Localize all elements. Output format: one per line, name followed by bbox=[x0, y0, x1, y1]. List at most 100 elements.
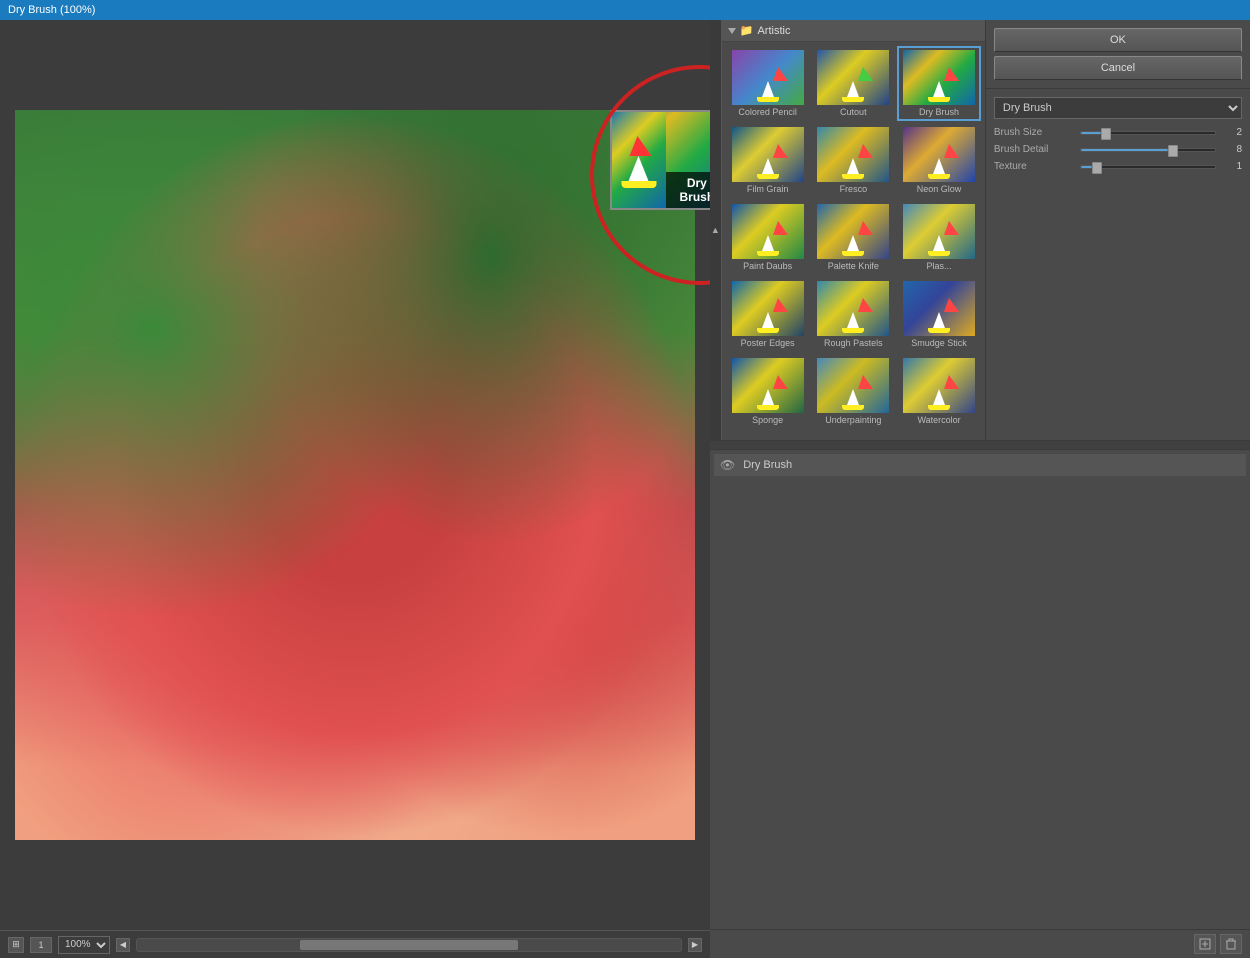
effect-row-dry-brush[interactable]: 👁 Dry Brush bbox=[714, 454, 1246, 476]
effects-footer bbox=[710, 929, 1250, 958]
filter-preview-tooltip: Dry Brush bbox=[610, 110, 710, 210]
brush-size-fill bbox=[1081, 132, 1101, 134]
new-effect-icon bbox=[1199, 938, 1211, 950]
rough-pastels-label: Rough Pastels bbox=[824, 338, 883, 348]
filter-item-plastic-wrap[interactable]: Plas... bbox=[897, 200, 981, 275]
delete-effect-icon bbox=[1225, 938, 1237, 950]
underpainting-label: Underpainting bbox=[825, 415, 881, 425]
filter-item-film-grain[interactable]: Film Grain bbox=[726, 123, 810, 198]
effects-list: 👁 Dry Brush bbox=[710, 450, 1250, 929]
filter-item-underpainting[interactable]: Underpainting bbox=[811, 354, 895, 429]
scroll-right-button[interactable]: ▶ bbox=[688, 938, 702, 952]
watercolor-thumb bbox=[903, 358, 975, 413]
filter-item-palette-knife[interactable]: Palette Knife bbox=[811, 200, 895, 275]
texture-value: 1 bbox=[1222, 161, 1242, 172]
cutout-label: Cutout bbox=[840, 107, 867, 117]
cancel-button[interactable]: Cancel bbox=[994, 56, 1242, 80]
bottom-toolbar: ⊞ 1 100% 50% 200% ◀ ▶ bbox=[0, 930, 710, 958]
navigator-icon[interactable]: ⊞ bbox=[8, 937, 24, 953]
filter-list[interactable]: 📁 Artistic bbox=[722, 20, 986, 440]
cutout-thumb bbox=[817, 50, 889, 105]
effect-eye-icon[interactable]: 👁 bbox=[720, 458, 735, 472]
palette-knife-label: Palette Knife bbox=[828, 261, 879, 271]
page-indicator: 1 bbox=[30, 937, 52, 953]
rough-pastels-thumb bbox=[817, 281, 889, 336]
tooltip-preview-image: Dry Brush bbox=[610, 110, 710, 210]
horizontal-scrollbar[interactable] bbox=[136, 938, 682, 952]
filter-item-cutout[interactable]: Cutout bbox=[811, 46, 895, 121]
smudge-stick-thumb bbox=[903, 281, 975, 336]
tooltip-label: Dry Brush bbox=[666, 172, 710, 208]
filter-item-rough-pastels[interactable]: Rough Pastels bbox=[811, 277, 895, 352]
fresco-thumb bbox=[817, 127, 889, 182]
brush-detail-thumb[interactable] bbox=[1168, 145, 1178, 157]
filter-section: ▲ 📁 Artistic bbox=[710, 20, 1250, 440]
apple-image bbox=[15, 110, 695, 840]
dry-brush-label: Dry Brush bbox=[919, 107, 959, 117]
sponge-thumb bbox=[732, 358, 804, 413]
controls-panel: OK Cancel Dry Brush Brush Size 2 bbox=[986, 20, 1250, 440]
poster-edges-thumb bbox=[732, 281, 804, 336]
delete-effect-button[interactable] bbox=[1220, 934, 1242, 954]
paint-daubs-thumb bbox=[732, 204, 804, 259]
brush-size-value: 2 bbox=[1222, 127, 1242, 138]
smudge-stick-label: Smudge Stick bbox=[911, 338, 967, 348]
paint-daubs-label: Paint Daubs bbox=[743, 261, 792, 271]
canvas-image bbox=[15, 110, 695, 840]
zoom-select[interactable]: 100% 50% 200% bbox=[58, 936, 110, 954]
filter-name-dropdown[interactable]: Dry Brush bbox=[994, 97, 1242, 119]
brush-size-row: Brush Size 2 bbox=[994, 127, 1242, 138]
window-title: Dry Brush (100%) bbox=[8, 4, 95, 16]
collapse-arrow bbox=[728, 28, 736, 34]
effects-section: 👁 Dry Brush bbox=[710, 440, 1250, 958]
brush-detail-slider[interactable] bbox=[1080, 148, 1216, 152]
main-layout: Dry Brush ⊞ 1 100% 50% 200% ◀ ▶ ▲ bbox=[0, 20, 1250, 958]
expand-collapse-button[interactable]: ▲ bbox=[710, 20, 722, 440]
artistic-category-header[interactable]: 📁 Artistic bbox=[722, 20, 985, 42]
filter-item-colored-pencil[interactable]: Colored Pencil bbox=[726, 46, 810, 121]
brush-size-thumb[interactable] bbox=[1101, 128, 1111, 140]
filter-item-sponge[interactable]: Sponge bbox=[726, 354, 810, 429]
ok-cancel-area: OK Cancel bbox=[986, 20, 1250, 88]
palette-knife-thumb bbox=[817, 204, 889, 259]
texture-thumb[interactable] bbox=[1092, 162, 1102, 174]
texture-row: Texture 1 bbox=[994, 161, 1242, 172]
filter-item-fresco[interactable]: Fresco bbox=[811, 123, 895, 198]
canvas-wrapper: Dry Brush bbox=[0, 20, 710, 930]
brush-detail-fill bbox=[1081, 149, 1168, 151]
effect-name-dry-brush: Dry Brush bbox=[743, 459, 792, 471]
film-grain-thumb bbox=[732, 127, 804, 182]
filter-settings-panel: Dry Brush Brush Size 2 Brush Detail bbox=[986, 88, 1250, 440]
neon-glow-label: Neon Glow bbox=[917, 184, 962, 194]
filter-item-paint-daubs[interactable]: Paint Daubs bbox=[726, 200, 810, 275]
underpainting-thumb bbox=[817, 358, 889, 413]
folder-icon: 📁 bbox=[740, 24, 754, 37]
watercolor-label: Watercolor bbox=[917, 415, 960, 425]
poster-edges-label: Poster Edges bbox=[741, 338, 795, 348]
scroll-left-button[interactable]: ◀ bbox=[116, 938, 130, 952]
filter-item-smudge-stick[interactable]: Smudge Stick bbox=[897, 277, 981, 352]
brush-detail-row: Brush Detail 8 bbox=[994, 144, 1242, 155]
brush-detail-value: 8 bbox=[1222, 144, 1242, 155]
new-effect-button[interactable] bbox=[1194, 934, 1216, 954]
ok-button[interactable]: OK bbox=[994, 28, 1242, 52]
brush-strokes-category[interactable]: 📁 Brush Strokes bbox=[722, 433, 985, 440]
texture-slider[interactable] bbox=[1080, 165, 1216, 169]
artistic-filter-grid: Colored Pencil Cutout bbox=[722, 42, 985, 433]
artistic-label: Artistic bbox=[757, 25, 790, 37]
filter-item-watercolor[interactable]: Watercolor bbox=[897, 354, 981, 429]
filter-item-dry-brush[interactable]: Dry Brush bbox=[897, 46, 981, 121]
brush-size-label: Brush Size bbox=[994, 127, 1074, 138]
texture-fill bbox=[1081, 166, 1092, 168]
brush-size-slider[interactable] bbox=[1080, 131, 1216, 135]
right-panel: ▲ 📁 Artistic bbox=[710, 20, 1250, 958]
scroll-thumb bbox=[300, 940, 518, 950]
texture-label: Texture bbox=[994, 161, 1074, 172]
canvas-area: Dry Brush ⊞ 1 100% 50% 200% ◀ ▶ bbox=[0, 20, 710, 958]
sponge-label: Sponge bbox=[752, 415, 783, 425]
filter-item-neon-glow[interactable]: Neon Glow bbox=[897, 123, 981, 198]
title-bar: Dry Brush (100%) bbox=[0, 0, 1250, 20]
plastic-wrap-label: Plas... bbox=[927, 261, 952, 271]
dry-brush-thumb bbox=[903, 50, 975, 105]
filter-item-poster-edges[interactable]: Poster Edges bbox=[726, 277, 810, 352]
